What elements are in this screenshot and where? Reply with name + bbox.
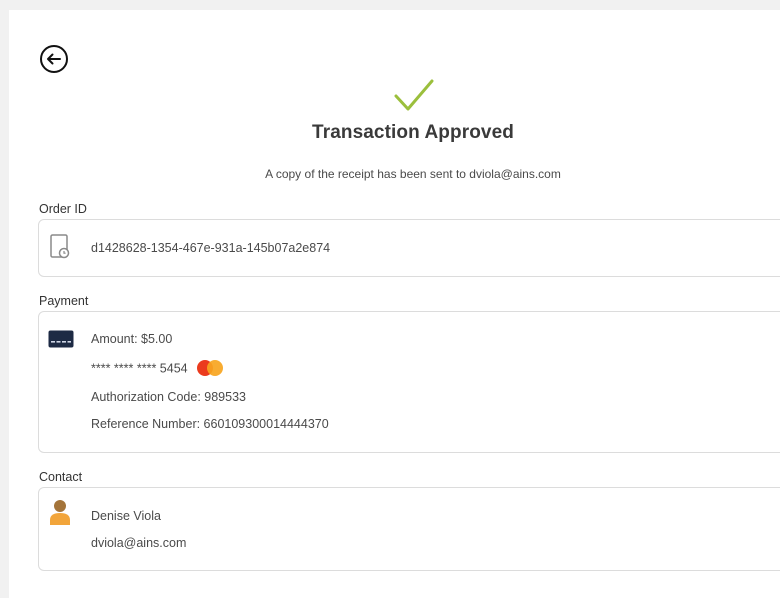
credit-card-icon	[48, 330, 74, 353]
receipt-page: Transaction Approved A copy of the recei…	[9, 10, 780, 598]
payment-card: Amount: $5.00 **** **** **** 5454 Author…	[38, 311, 780, 453]
arrow-left-circle-icon	[40, 45, 68, 73]
order-id-value: d1428628-1354-467e-931a-145b07a2e874	[91, 241, 331, 255]
page-title: Transaction Approved	[312, 122, 514, 143]
back-button[interactable]	[39, 44, 69, 74]
contact-name: Denise Viola	[91, 509, 161, 523]
receipt-document-icon	[49, 233, 71, 266]
mastercard-logo-icon	[197, 359, 225, 377]
contact-email: dviola@ains.com	[91, 536, 187, 550]
person-avatar-icon	[48, 498, 72, 531]
contact-label: Contact	[39, 470, 83, 484]
reference-number: Reference Number: 660109300014444370	[91, 417, 329, 431]
payment-amount: Amount: $5.00	[91, 332, 173, 346]
authorization-code: Authorization Code: 989533	[91, 390, 246, 404]
contact-card: Denise Viola dviola@ains.com	[38, 487, 780, 571]
order-id-card: d1428628-1354-467e-931a-145b07a2e874	[38, 219, 780, 277]
card-number: **** **** **** 5454	[91, 361, 188, 376]
receipt-message: A copy of the receipt has been sent to d…	[265, 167, 561, 181]
card-number-row: **** **** **** 5454	[91, 360, 225, 378]
order-id-label: Order ID	[39, 202, 87, 216]
payment-label: Payment	[39, 294, 89, 308]
checkmark-icon	[393, 77, 435, 117]
